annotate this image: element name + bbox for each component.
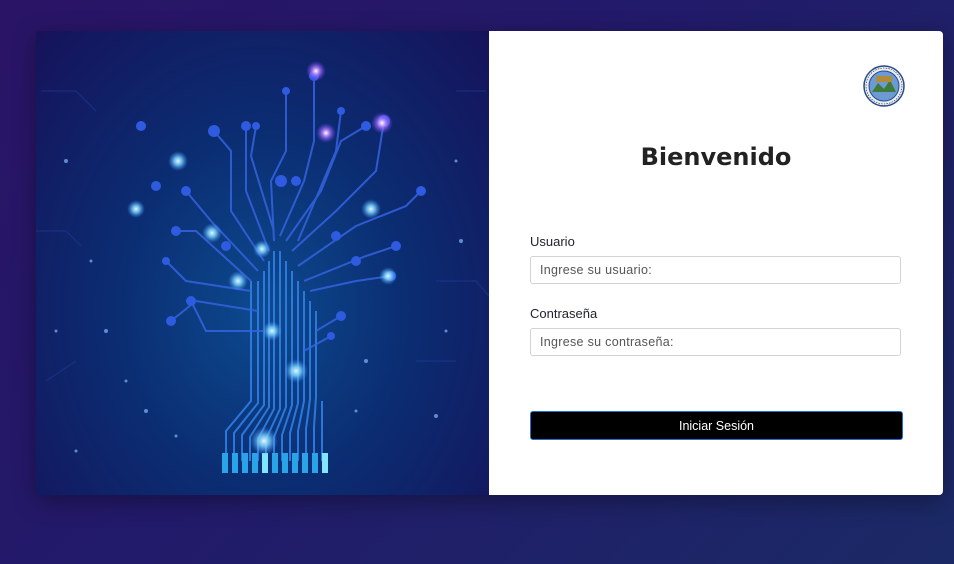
login-card: Bienvenido Usuario Contraseña Iniciar Se…: [36, 31, 943, 495]
seal-icon: [863, 65, 905, 107]
login-button[interactable]: Iniciar Sesión: [530, 411, 903, 440]
password-label: Contraseña: [530, 306, 598, 321]
username-label: Usuario: [530, 234, 575, 249]
circuit-tree-graphic: [36, 61, 489, 473]
page-title: Bienvenido: [640, 143, 792, 171]
username-input[interactable]: [530, 256, 901, 284]
login-panel: Bienvenido Usuario Contraseña Iniciar Se…: [489, 31, 943, 495]
university-seal-logo: [863, 65, 905, 107]
circuit-tree-illustration: [36, 31, 489, 495]
password-input[interactable]: [530, 328, 901, 356]
